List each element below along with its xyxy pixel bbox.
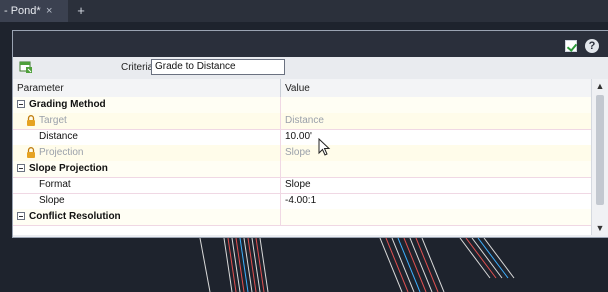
- cell-divider: [280, 209, 281, 225]
- parameter-table: Parameter Value Grading Method Target Di…: [13, 79, 591, 235]
- cell-divider: [280, 161, 281, 177]
- mouse-pointer-icon: [318, 138, 331, 156]
- row-grading-method[interactable]: Grading Method: [13, 97, 591, 114]
- lock-icon[interactable]: [26, 115, 36, 126]
- help-icon[interactable]: ?: [585, 39, 599, 53]
- vertical-scrollbar[interactable]: ▲ ▼: [591, 79, 608, 235]
- row-label: Conflict Resolution: [29, 211, 121, 222]
- palette-title-bar: ?: [13, 31, 608, 57]
- document-tab-strip: - Pond* × +: [0, 0, 608, 23]
- tab-pond[interactable]: - Pond* ×: [0, 0, 68, 22]
- row-label: Slope: [39, 195, 65, 206]
- new-tab-button[interactable]: +: [72, 3, 90, 19]
- cell-divider: [280, 193, 281, 209]
- row-label: Projection: [39, 147, 84, 158]
- row-format[interactable]: Format Slope: [13, 177, 591, 194]
- row-label: Format: [39, 179, 71, 190]
- cell-divider: [280, 97, 281, 113]
- row-value: Slope: [285, 147, 311, 158]
- parameter-grid-icon[interactable]: [19, 60, 33, 74]
- row-slope[interactable]: Slope -4.00:1: [13, 193, 591, 210]
- column-divider[interactable]: [280, 79, 281, 97]
- table-header: Parameter Value: [13, 79, 591, 98]
- row-slope-projection[interactable]: Slope Projection: [13, 161, 591, 178]
- lock-icon[interactable]: [26, 147, 36, 158]
- cell-divider: [280, 145, 281, 161]
- row-label: Target: [39, 115, 67, 126]
- close-tab-icon[interactable]: ×: [46, 0, 52, 22]
- row-projection[interactable]: Projection Slope: [13, 145, 591, 162]
- cell-divider: [280, 177, 281, 193]
- cad-drawing-linework: [199, 238, 515, 292]
- scroll-down-arrow-icon[interactable]: ▼: [595, 223, 605, 233]
- tab-pond-label: - Pond*: [4, 5, 41, 17]
- row-target[interactable]: Target Distance: [13, 113, 591, 130]
- distance-value-field[interactable]: 10.00': [285, 131, 312, 142]
- checkmark-icon[interactable]: [565, 40, 577, 52]
- row-label: Distance: [39, 131, 78, 142]
- row-distance[interactable]: Distance 10.00': [13, 129, 591, 146]
- collapse-toggle-icon[interactable]: [17, 164, 25, 172]
- grading-creation-tools-palette: ? Criteria: Grade to Distance Parameter …: [12, 30, 608, 238]
- row-conflict-resolution[interactable]: Conflict Resolution: [13, 209, 591, 226]
- column-header-value: Value: [285, 83, 310, 94]
- collapse-toggle-icon[interactable]: [17, 212, 25, 220]
- format-value-field[interactable]: Slope: [285, 179, 311, 190]
- column-header-parameter: Parameter: [17, 83, 64, 94]
- cell-divider: [280, 113, 281, 129]
- collapse-toggle-icon[interactable]: [17, 100, 25, 108]
- cell-divider: [280, 129, 281, 145]
- criteria-field[interactable]: Grade to Distance: [151, 59, 285, 75]
- row-label: Slope Projection: [29, 163, 108, 174]
- slope-value-field[interactable]: -4.00:1: [285, 195, 316, 206]
- row-value: Distance: [285, 115, 324, 126]
- scroll-up-arrow-icon[interactable]: ▲: [595, 81, 605, 91]
- scroll-thumb[interactable]: [596, 95, 604, 205]
- palette-toolbar: Criteria: Grade to Distance: [13, 57, 608, 80]
- row-label: Grading Method: [29, 99, 106, 110]
